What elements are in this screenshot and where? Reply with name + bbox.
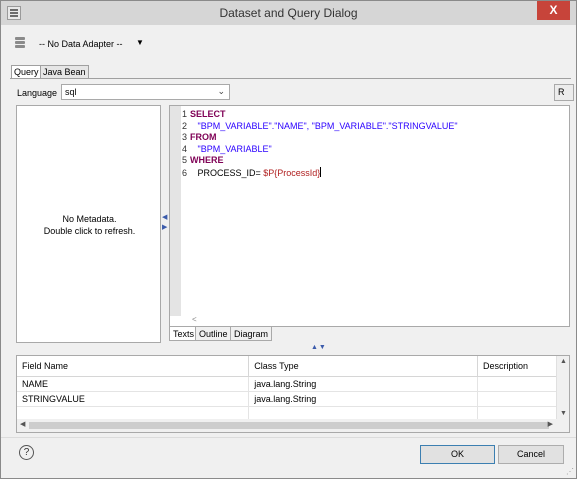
- scroll-right-icon[interactable]: ▶: [548, 420, 553, 428]
- code-line[interactable]: 4 "BPM_VARIABLE": [182, 144, 458, 156]
- column-header-field-name[interactable]: Field Name: [17, 356, 250, 377]
- metadata-message: No Metadata.: [62, 214, 117, 224]
- tab-texts[interactable]: Texts: [169, 327, 199, 341]
- description-cell[interactable]: [477, 391, 557, 407]
- line-number: 1: [182, 109, 188, 119]
- scroll-left-icon[interactable]: ◀: [20, 420, 25, 428]
- scrollbar-thumb[interactable]: [29, 422, 549, 429]
- line-number: 4: [182, 143, 188, 154]
- table-row[interactable]: NAME java.lang.String: [17, 376, 557, 392]
- chevron-down-icon[interactable]: ▼: [136, 38, 144, 47]
- database-adapter-icon: [15, 37, 25, 51]
- scroll-left-icon[interactable]: <: [192, 315, 197, 324]
- field-name-cell[interactable]: STRINGVALUE: [17, 391, 250, 407]
- code-token: $P{ProcessId}: [263, 167, 321, 178]
- resize-grip-icon[interactable]: ⋰: [566, 467, 574, 476]
- code-line[interactable]: 1 SELECT: [182, 109, 458, 121]
- code-token: SELECT: [190, 109, 226, 119]
- tab-java-bean[interactable]: Java Bean: [40, 65, 89, 78]
- code-token: "BPM_VARIABLE"."NAME", "BPM_VARIABLE"."S…: [190, 120, 458, 131]
- language-select[interactable]: sql ⌄: [61, 84, 230, 100]
- table-header-row: Field Name Class Type Description: [17, 356, 557, 377]
- class-type-cell[interactable]: java.lang.String: [248, 376, 479, 392]
- dialog-window: Dataset and Query Dialog X -- No Data Ad…: [0, 0, 577, 479]
- ok-button[interactable]: OK: [420, 445, 495, 464]
- scroll-down-icon[interactable]: ▼: [560, 410, 567, 417]
- window-title: Dataset and Query Dialog: [219, 6, 358, 20]
- data-adapter-selector[interactable]: -- No Data Adapter --: [39, 39, 123, 49]
- sash-toggle-icon[interactable]: ▲▼: [311, 344, 327, 351]
- table-row[interactable]: STRINGVALUE java.lang.String: [17, 391, 557, 407]
- code-token: WHERE: [190, 155, 224, 165]
- description-cell[interactable]: [477, 376, 557, 392]
- metadata-panel[interactable]: No Metadata. Double click to refresh.: [16, 105, 161, 343]
- editor-tabs: Texts Outline Diagram: [169, 327, 570, 342]
- panel-sash[interactable]: [1, 345, 576, 353]
- tab-diagram[interactable]: Diagram: [230, 327, 273, 341]
- cancel-button[interactable]: Cancel: [498, 445, 564, 464]
- fields-vertical-scrollbar[interactable]: ▲ ▼: [556, 356, 569, 420]
- footer-divider: [1, 437, 576, 438]
- fields-horizontal-scrollbar[interactable]: ◀ ▶: [17, 419, 569, 432]
- language-value: sql: [65, 87, 77, 97]
- read-fields-button[interactable]: R: [554, 84, 574, 101]
- tab-query[interactable]: Query: [11, 65, 42, 78]
- code-line[interactable]: 6 PROCESS_ID= $P{ProcessId}: [182, 166, 458, 180]
- help-icon[interactable]: ?: [19, 445, 34, 460]
- sql-editor[interactable]: 1 SELECT 2 "BPM_VARIABLE"."NAME", "BPM_VAR…: [169, 105, 570, 327]
- language-label: Language: [17, 88, 58, 98]
- code-token: FROM: [190, 132, 217, 142]
- close-button[interactable]: X: [537, 1, 570, 20]
- line-number: 6: [182, 167, 188, 178]
- line-number: 3: [182, 132, 188, 142]
- text-cursor: [320, 166, 322, 177]
- tab-outline[interactable]: Outline: [195, 327, 232, 341]
- editor-gutter: [170, 106, 181, 326]
- title-bar[interactable]: Dataset and Query Dialog X: [1, 1, 576, 25]
- scroll-up-icon[interactable]: ▲: [560, 358, 567, 365]
- code-line[interactable]: 3 FROM: [182, 132, 458, 144]
- code-line[interactable]: 2 "BPM_VARIABLE"."NAME", "BPM_VARIABLE".…: [182, 121, 458, 133]
- chevron-down-icon: ⌄: [217, 86, 225, 96]
- code-token: "BPM_VARIABLE": [190, 143, 272, 154]
- line-number: 2: [182, 120, 188, 131]
- code-line[interactable]: 5 WHERE: [182, 155, 458, 167]
- line-number: 5: [182, 155, 188, 165]
- fields-table[interactable]: Field Name Class Type Description NAME j…: [16, 355, 570, 433]
- sql-code[interactable]: 1 SELECT 2 "BPM_VARIABLE"."NAME", "BPM_VAR…: [182, 109, 458, 179]
- field-name-cell[interactable]: NAME: [17, 376, 250, 392]
- column-header-description[interactable]: Description: [477, 356, 557, 377]
- class-type-cell[interactable]: java.lang.String: [248, 391, 479, 407]
- editor-horizontal-scrollbar[interactable]: <: [170, 315, 569, 326]
- splitter-toggle[interactable]: ◀ ▶: [162, 213, 167, 233]
- metadata-hint: Double click to refresh.: [43, 226, 136, 236]
- column-header-class-type[interactable]: Class Type: [248, 356, 479, 377]
- code-token: PROCESS_ID=: [190, 167, 264, 178]
